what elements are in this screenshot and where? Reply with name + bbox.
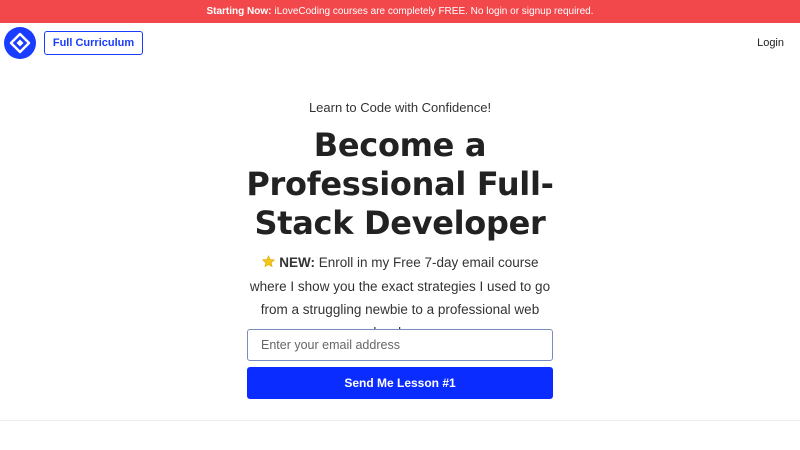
full-curriculum-button[interactable]: Full Curriculum [44,31,143,55]
star-icon [261,252,275,275]
banner-bold-label: Starting Now: [206,6,272,17]
section-divider [0,420,800,421]
site-header: Full Curriculum Login [0,23,800,65]
login-link[interactable]: Login [757,37,784,49]
diamond-logo-icon[interactable] [4,27,36,59]
banner-text: iLoveCoding courses are completely FREE.… [274,6,594,17]
hero-tagline: Learn to Code with Confidence! [308,100,492,115]
new-badge-label: NEW: [279,255,315,270]
email-input[interactable] [247,329,553,361]
announcement-banner: Starting Now: iLoveCoding courses are co… [0,0,800,23]
send-lesson-button[interactable]: Send Me Lesson #1 [247,367,553,399]
hero-headline: Become a Professional Full-Stack Develop… [246,126,554,242]
